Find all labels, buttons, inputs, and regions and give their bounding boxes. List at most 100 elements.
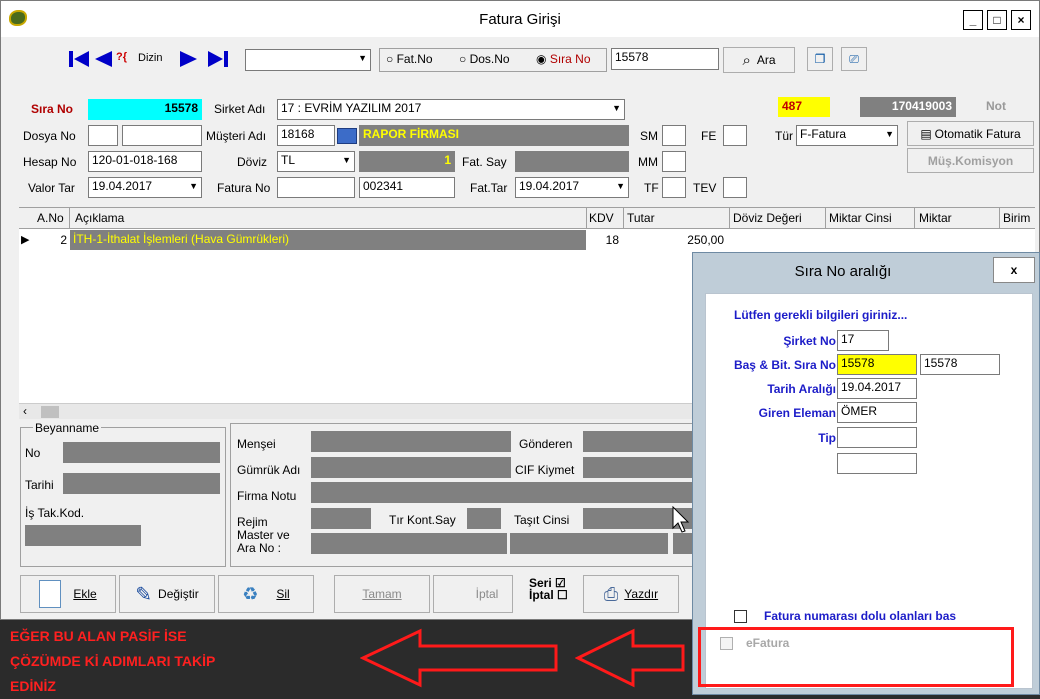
tur-label: Tür	[775, 129, 793, 143]
fatsay-field	[515, 151, 629, 172]
nav-first-button[interactable]	[68, 50, 90, 68]
maximize-button[interactable]: □	[987, 10, 1007, 30]
radio-fatno-label: Fat.No	[396, 52, 433, 66]
dosya-field-1[interactable]	[88, 125, 118, 146]
degistir-button[interactable]: ✎ Değiştir	[119, 575, 215, 613]
tasit-label: Taşıt Cinsi	[514, 513, 570, 527]
horizontal-scrollbar[interactable]: ‹	[19, 403, 693, 419]
sirket-no-field[interactable]: 17	[837, 330, 889, 351]
mus-komisyon-button[interactable]: Müş.Komisyon	[907, 148, 1034, 173]
ekle-label: Ekle	[73, 587, 97, 601]
radio-dosno[interactable]: ○ Dos.No	[459, 52, 510, 66]
col-tutar[interactable]: Tutar	[627, 211, 655, 225]
iptal-label: İptal	[475, 587, 499, 601]
radio-fatno[interactable]: ○ Fat.No	[386, 52, 433, 66]
preview-button[interactable]: ⎚	[841, 47, 867, 71]
help-icon[interactable]: ?{	[116, 51, 127, 63]
copy-button[interactable]: ❐	[807, 47, 833, 71]
sil-button[interactable]: ♻ Sil	[218, 575, 314, 613]
search-button[interactable]: ⌕ Ara	[723, 47, 795, 73]
sirket-select[interactable]: 17 : EVRİM YAZILIM 2017	[277, 99, 625, 120]
radio-sirano[interactable]: ◉ Sıra No	[536, 52, 591, 66]
dialog-prompt: Lütfen gerekli bilgileri giriniz...	[734, 308, 908, 322]
magnifier-icon: ⌕	[742, 51, 751, 69]
iptal-button[interactable]: İptal	[433, 575, 513, 613]
tur-select[interactable]: F-Fatura	[796, 125, 898, 146]
musteri-name-field: RAPOR FİRMASI	[359, 125, 629, 146]
nav-prev-button[interactable]	[93, 50, 113, 68]
scroll-thumb[interactable]	[41, 406, 59, 418]
fatura-no-field-1[interactable]	[277, 177, 355, 198]
tev-field[interactable]	[723, 177, 747, 198]
master-field-3	[673, 533, 693, 554]
beyanname-no-field	[63, 442, 220, 463]
dosya-field-2[interactable]	[122, 125, 202, 146]
musteri-lookup-icon[interactable]	[337, 128, 357, 144]
efatura-checkbox[interactable]	[720, 637, 733, 650]
nav-combo[interactable]	[245, 49, 371, 71]
radio-sirano-icon: ◉	[536, 52, 550, 66]
seri-checkbox[interactable]: Seri ☑ İptal ☐	[529, 577, 568, 601]
radio-fatno-icon: ○	[386, 52, 397, 66]
col-sep	[586, 208, 587, 230]
sm-field[interactable]	[662, 125, 686, 146]
col-aciklama[interactable]: Açıklama	[75, 211, 124, 225]
fe-field[interactable]	[723, 125, 747, 146]
giren-field[interactable]: ÖMER	[837, 402, 917, 423]
prev-record-icon	[95, 51, 112, 67]
nav-next-button[interactable]	[179, 50, 199, 68]
warning-note: EĞER BU ALAN PASİF İSE ÇÖZÜMDE Kİ ADIMLA…	[10, 624, 215, 699]
nav-last-button[interactable]	[207, 50, 229, 68]
beyanname-title: Beyanname	[33, 421, 102, 435]
dialog-title: Sıra No aralığı	[794, 263, 892, 280]
musteri-code-field[interactable]: 18168	[277, 125, 335, 146]
first-record-icon	[69, 51, 89, 67]
dialog-close-button[interactable]: x	[993, 257, 1035, 283]
not-label[interactable]: Not	[986, 99, 1006, 113]
dolu-checkbox[interactable]	[734, 610, 747, 623]
valor-date[interactable]: 19.04.2017	[88, 177, 202, 198]
tip-field-1[interactable]	[837, 427, 917, 448]
fatsay-label: Fat. Say	[462, 155, 507, 169]
minimize-button[interactable]: _	[963, 10, 983, 30]
sirket-no-label: Şirket No	[783, 334, 836, 348]
arrow-left-icon	[360, 628, 558, 688]
tip-field-2[interactable]	[837, 453, 917, 474]
col-miktar-cinsi[interactable]: Miktar Cinsi	[829, 211, 892, 225]
fatura-no-field-2[interactable]: 002341	[359, 177, 455, 198]
yazdir-button[interactable]: ⎙ Yazdır	[583, 575, 679, 613]
col-miktar[interactable]: Miktar	[919, 211, 952, 225]
col-ano[interactable]: A.No	[37, 211, 64, 225]
hesap-field[interactable]: 120-01-018-168	[88, 151, 202, 172]
sira-no-field[interactable]: 15578	[88, 99, 202, 120]
search-input[interactable]: 15578	[611, 48, 719, 70]
close-button[interactable]: ×	[1011, 10, 1031, 30]
bit-sira-field[interactable]: 15578	[920, 354, 1000, 375]
dizin-button[interactable]: Dizin	[138, 52, 162, 64]
cell-aciklama: İTH-1-İthalat İşlemleri (Hava Gümrükleri…	[70, 230, 586, 250]
tf-field[interactable]	[662, 177, 686, 198]
window-title: Fatura Girişi	[479, 11, 561, 28]
tarih-field[interactable]: 19.04.2017	[837, 378, 917, 399]
efatura-label: eFatura	[746, 636, 790, 650]
col-kdv[interactable]: KDV	[589, 211, 614, 225]
ekle-button[interactable]: Ekle	[20, 575, 116, 613]
doviz-select[interactable]: TL	[277, 151, 355, 172]
tf-label: TF	[644, 181, 659, 195]
tir-label: Tır Kont.Say	[389, 513, 456, 527]
table-row[interactable]: ▶ 2 İTH-1-İthalat İşlemleri (Hava Gümrük…	[19, 230, 1035, 250]
doviz-label: Döviz	[237, 155, 268, 169]
mm-field[interactable]	[662, 151, 686, 172]
tir-field	[467, 508, 501, 529]
musteri-label: Müşteri Adı	[206, 129, 267, 143]
radio-dosno-label: Dos.No	[469, 52, 510, 66]
fat-tar-date[interactable]: 19.04.2017	[515, 177, 629, 198]
col-doviz-degeri[interactable]: Döviz Değeri	[733, 211, 802, 225]
col-birim[interactable]: Birim	[1003, 211, 1030, 225]
edit-icon: ✎	[135, 583, 153, 606]
cell-tutar: 250,00	[687, 233, 724, 247]
col-sep	[914, 208, 915, 230]
otomatik-fatura-button[interactable]: ▤ Otomatik Fatura	[907, 121, 1034, 146]
bas-sira-field[interactable]: 15578	[837, 354, 917, 375]
tamam-button[interactable]: Tamam	[334, 575, 430, 613]
